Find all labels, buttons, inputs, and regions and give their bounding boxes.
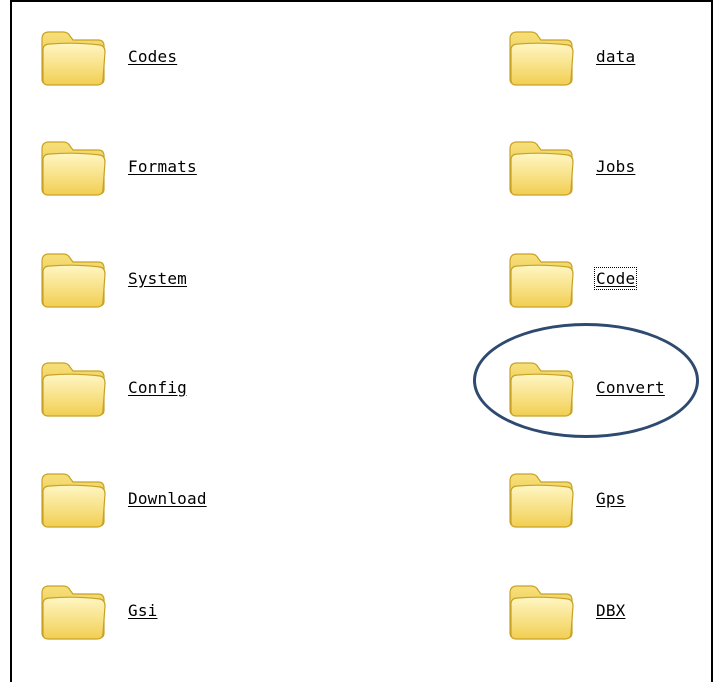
folder-icon (41, 473, 106, 528)
folder-icon (509, 141, 574, 196)
folder-label[interactable]: Config (128, 378, 187, 397)
folder-icon (41, 585, 106, 640)
folder-icon (41, 362, 106, 417)
folder-label[interactable]: Codes (128, 47, 177, 66)
folder-icon (41, 31, 106, 86)
folder-jobs[interactable]: Jobs (506, 126, 724, 206)
folder-icon (509, 362, 574, 417)
folder-label[interactable]: Gps (596, 489, 626, 508)
folder-icon (509, 31, 574, 86)
folder-data[interactable]: data (506, 16, 724, 96)
folder-dbx[interactable]: DBX (506, 570, 724, 650)
folder-icon (509, 473, 574, 528)
folder-formats[interactable]: Formats (38, 126, 298, 206)
folder-label[interactable]: DBX (596, 601, 626, 620)
folder-label[interactable]: Download (128, 489, 207, 508)
folder-gps[interactable]: Gps (506, 458, 724, 538)
folder-icon (41, 253, 106, 308)
folder-label[interactable]: Formats (128, 157, 197, 176)
folder-download[interactable]: Download (38, 458, 298, 538)
folder-system[interactable]: System (38, 238, 298, 318)
folder-label[interactable]: data (596, 47, 635, 66)
folder-config[interactable]: Config (38, 347, 298, 427)
folder-label[interactable]: Code (593, 266, 638, 290)
folder-label[interactable]: Convert (596, 378, 665, 397)
folder-label[interactable]: Gsi (128, 601, 158, 620)
folder-icon (509, 253, 574, 308)
folder-label[interactable]: Jobs (596, 157, 635, 176)
folder-icon (509, 585, 574, 640)
folder-icon (41, 141, 106, 196)
folder-gsi[interactable]: Gsi (38, 570, 298, 650)
folder-code[interactable]: Code (506, 238, 724, 318)
folder-codes[interactable]: Codes (38, 16, 298, 96)
folder-convert[interactable]: Convert (506, 347, 724, 427)
folder-label[interactable]: System (128, 269, 187, 288)
